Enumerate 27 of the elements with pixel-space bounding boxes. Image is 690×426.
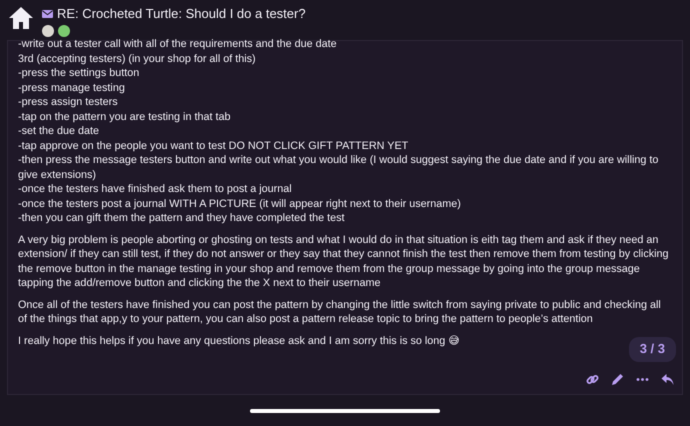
- paragraph: Once all of the testers have finished you can post the pattern by changing the little switch from saying private to public and checking all of the things that app,y to your pattern, you can also post a pattern release topic to bring the pattern to people’s attention: [18, 298, 662, 326]
- reply-button[interactable]: [661, 373, 674, 386]
- text-line: -tap on the pattern you are testing in that tab: [18, 110, 232, 124]
- avatar[interactable]: [42, 25, 54, 37]
- text-line: 3rd (accepting testers) (in your shop for all of this): [18, 52, 257, 66]
- text-line: -press assign testers: [18, 95, 119, 110]
- home-icon[interactable]: [8, 6, 34, 30]
- text-line: -once the testers post a journal WITH A PICTURE (it will appear right next to their username): [18, 196, 462, 211]
- avatar[interactable]: [58, 25, 70, 37]
- post-counter[interactable]: 3 / 3: [628, 337, 676, 362]
- text-line: -set the due date: [18, 124, 100, 138]
- envelope-icon: [42, 10, 53, 18]
- reply-icon: [661, 373, 674, 386]
- text-line: -write out a tester call with all of the requirements and the due date: [18, 37, 338, 52]
- paragraph: A very big problem is people aborting or ghosting on tests and what I would do in that situation is eith tag them and ask if they need an extension/ if they can still test, if they do not answer or they say that they cannot finish the test then remove them from testing by clicking the remove button in the manage testing in your shop and remove them from the group message by going into the group message tapping the add/remove button and clicking the the X next to their username: [18, 232, 670, 290]
- pencil-icon: [611, 373, 624, 386]
- text-line: -press the settings button: [18, 66, 140, 80]
- edit-button[interactable]: [611, 373, 624, 386]
- link-icon: [586, 373, 599, 386]
- text-line: -tap approve on the people you want to test DO NOT CLICK GIFT PATTERN YET: [18, 138, 410, 153]
- text-line: -then you can gift them the pattern and they have completed the test: [18, 211, 346, 226]
- text-line: -once the testers have finished ask them to post a journal: [18, 182, 293, 196]
- message-title: RE: Crocheted Turtle: Should I do a tester?: [57, 6, 306, 21]
- text-line: -press manage testing: [18, 80, 126, 95]
- paragraph: I really hope this helps if you have any questions please ask and I am sorry this is so long 😅: [18, 334, 461, 348]
- text-line: -then press the message testers button and write out what you would like (I would suggest saying the due date and if you are willing to give extensions): [18, 153, 660, 182]
- copy-link-button[interactable]: [586, 373, 599, 386]
